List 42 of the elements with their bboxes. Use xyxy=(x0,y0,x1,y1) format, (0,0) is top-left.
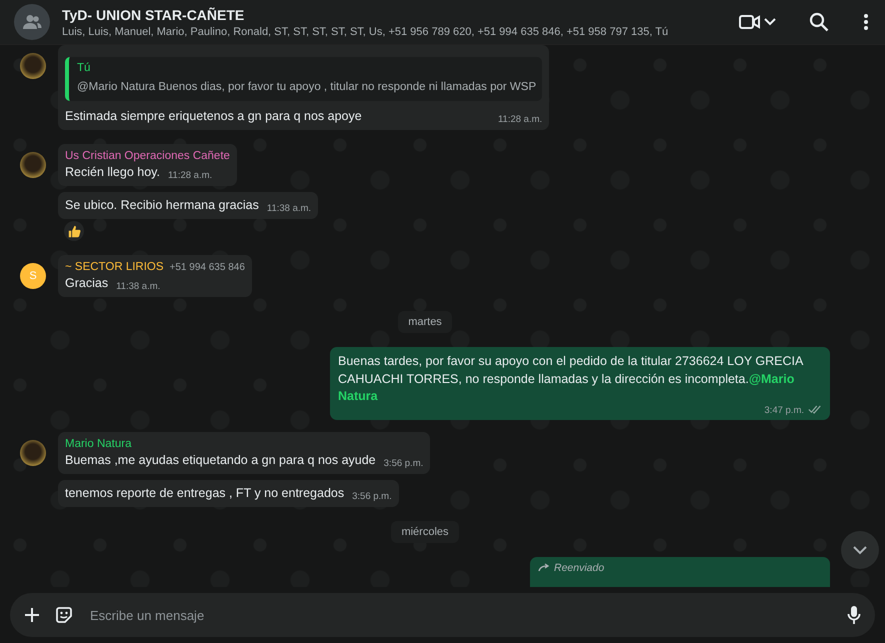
message-text: Buemas ,me ayudas etiquetando a gn para q nos ayude xyxy=(65,452,376,467)
scroll-down-button[interactable] xyxy=(841,531,879,569)
avatar[interactable] xyxy=(20,440,46,466)
message-text: Gracias xyxy=(65,276,108,290)
message-time: 11:28 a.m. xyxy=(168,170,212,181)
message-time: 3:56 p.m. xyxy=(352,490,392,502)
message-text: Se ubico. Recibio hermana gracias xyxy=(65,198,259,212)
chevron-down-icon xyxy=(763,17,777,27)
quote-text: @Mario Natura Buenos dias, por favor tu apoyo , titular no responde ni llamadas por WSP xyxy=(77,81,536,93)
forwarded-label: Reenviado xyxy=(554,562,604,574)
message-text: Recién llego hoy. xyxy=(65,165,160,179)
sticker-button[interactable] xyxy=(54,605,74,625)
more-options-icon xyxy=(863,13,869,31)
participants-list[interactable]: Luis, Luis, Manuel, Mario, Paulino, Ronald, ST, ST, ST, ST, ST, Us, +51 956 789 620, +51 994 635 846, +51 958 797 135, Tú xyxy=(62,26,723,38)
sender-name[interactable]: Mario Natura xyxy=(65,438,132,450)
video-camera-icon xyxy=(739,14,761,30)
message-composer[interactable]: Escribe un mensaje xyxy=(10,593,875,637)
thumbs-up-icon[interactable] xyxy=(68,224,80,238)
message-text: tenemos reporte de entregas , FT y no entregados xyxy=(65,486,344,500)
sender-name[interactable]: ~ SECTOR LIRIOS xyxy=(65,261,164,273)
message-time: 11:38 a.m. xyxy=(116,281,160,292)
chat-title[interactable]: TyD- UNION STAR-CAÑETE xyxy=(62,6,723,22)
sender-phone: +51 994 635 846 xyxy=(170,262,245,273)
date-separator: martes xyxy=(398,311,452,333)
avatar[interactable] xyxy=(20,53,46,79)
quoted-message[interactable]: Tú @Mario Natura Buenos dias, por favor tu apoyo , titular no responde ni llamadas por WSP xyxy=(65,57,542,101)
group-icon xyxy=(22,14,42,30)
attach-button[interactable] xyxy=(24,607,40,623)
message-text: Buenas tardes, por favor su apoyo con el pedido de la titular 2736624 LOY GRECIA CAHUACHI TORRES, no responde llamadas y la dirección es incompleta.@Mario Natura xyxy=(338,353,804,405)
avatar[interactable] xyxy=(20,152,46,178)
message-time: 11:38 a.m. xyxy=(266,203,312,214)
message-text: Estimada siempre eriquetenos a gn para q nos apoye xyxy=(65,109,362,123)
group-avatar[interactable] xyxy=(14,4,50,40)
forward-icon xyxy=(538,563,550,572)
quote-author: Tú xyxy=(77,62,92,74)
sender-name[interactable]: Us Cristian Operaciones Cañete xyxy=(65,150,230,162)
microphone-button[interactable] xyxy=(847,605,861,625)
chevron-down-icon xyxy=(852,545,868,555)
message-time: 3:56 p.m. xyxy=(384,458,424,469)
message-time: 11:28 a.m. xyxy=(498,114,542,125)
date-separator: miércoles xyxy=(391,520,459,543)
message-time: 3:47 p.m. xyxy=(764,404,804,417)
